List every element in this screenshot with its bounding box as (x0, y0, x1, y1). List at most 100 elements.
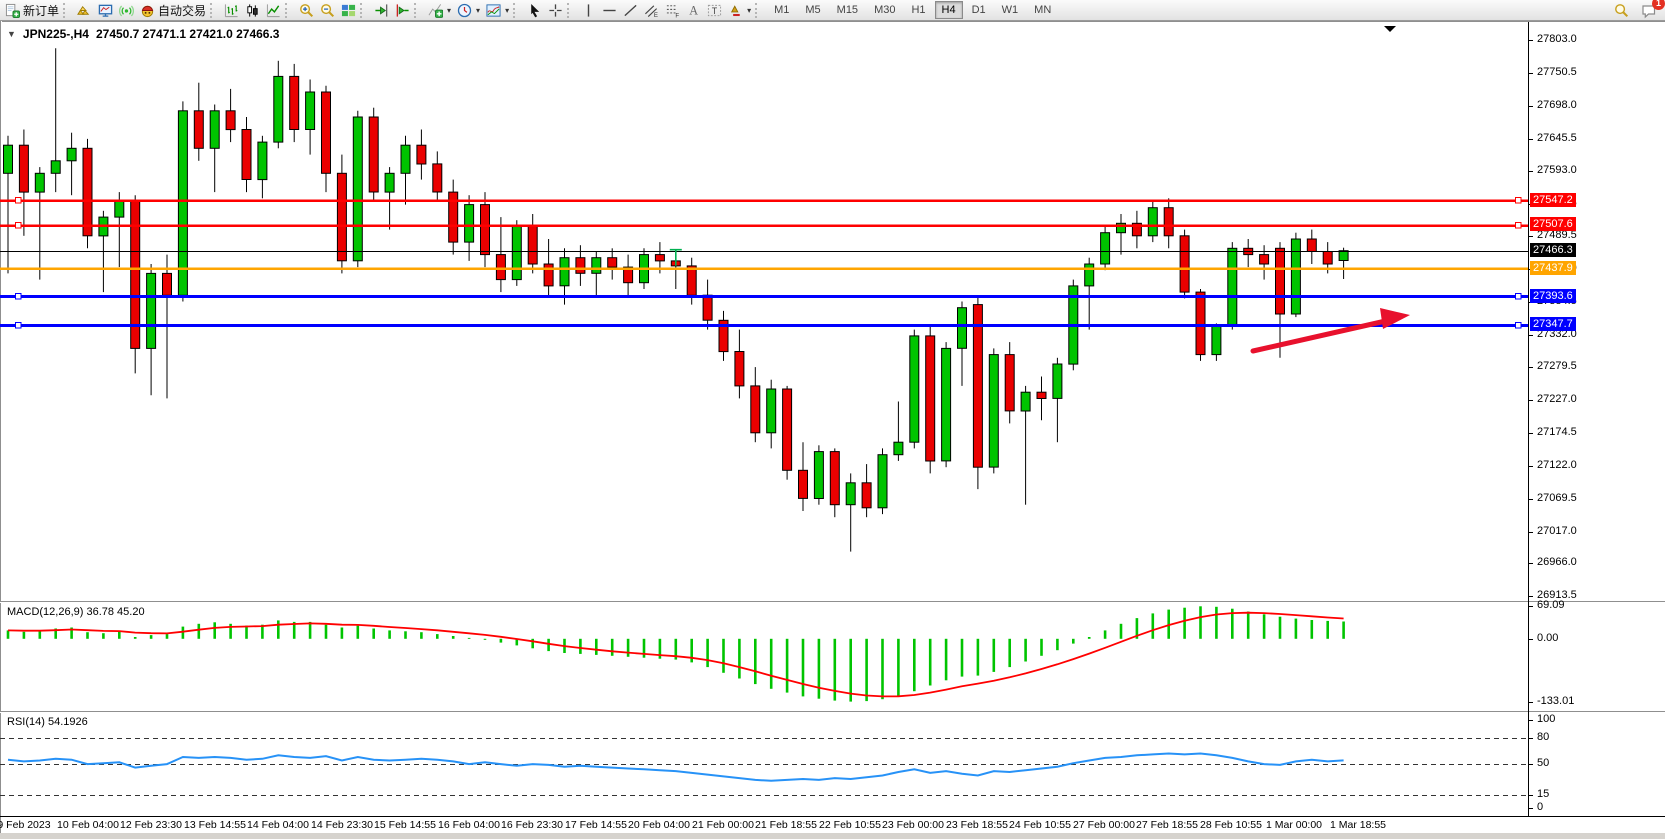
hline-handle[interactable] (1516, 198, 1522, 204)
zoomin-icon (299, 3, 314, 18)
new-order-button[interactable]: 新订单 (2, 1, 62, 20)
candle (1021, 392, 1030, 411)
candle (67, 148, 76, 161)
candle (4, 145, 13, 173)
fibonacci-button[interactable]: F (662, 1, 683, 20)
chart-window[interactable]: ▼ JPN225-,H4 27450.7 27471.1 27421.0 274… (0, 21, 1665, 839)
candle (401, 145, 410, 173)
macd-axis-label: 69.09 (1537, 599, 1565, 611)
time-axis-label: 10 Feb 04:00 (57, 819, 119, 831)
hline-handle[interactable] (16, 223, 22, 229)
candle (226, 111, 235, 130)
time-axis-label: 16 Feb 04:00 (438, 819, 500, 831)
candle (1037, 392, 1046, 398)
search-button[interactable] (1611, 1, 1632, 20)
timeframe-d1-button[interactable]: D1 (965, 1, 993, 19)
cursor-button[interactable] (524, 1, 545, 20)
vertical-line-button[interactable] (578, 1, 599, 20)
hline-handle[interactable] (1516, 323, 1522, 329)
hline-handle[interactable] (1516, 223, 1522, 229)
equidistant-channel-button[interactable]: E (641, 1, 662, 20)
candle (512, 227, 521, 280)
price-tick-label: 27069.5 (1537, 492, 1577, 504)
timeframe-mn-button[interactable]: MN (1027, 1, 1058, 19)
candle (751, 386, 760, 433)
price-tag-27507.6: 27507.6 (1530, 217, 1576, 231)
candle (1164, 208, 1173, 236)
crosshair-button[interactable] (545, 1, 566, 20)
candle (83, 148, 92, 236)
time-axis-label: 1 Mar 18:55 (1330, 819, 1386, 831)
hline-handle[interactable] (16, 294, 22, 300)
hline-handle[interactable] (1516, 294, 1522, 300)
candle (830, 452, 839, 505)
chart-menu-triangle-icon[interactable]: ▼ (7, 29, 16, 39)
text-label-button[interactable]: T (704, 1, 725, 20)
candle (655, 255, 664, 261)
timeframe-m30-button[interactable]: M30 (867, 1, 902, 19)
chat-button[interactable]: 1 (1638, 1, 1660, 20)
candle (862, 483, 871, 508)
time-axis-label: 24 Feb 10:55 (1009, 819, 1071, 831)
zoom-in-button[interactable] (296, 1, 317, 20)
signal-button[interactable] (116, 1, 137, 20)
time-axis-label: 22 Feb 10:55 (819, 819, 881, 831)
window-bottom-strip (0, 833, 1665, 839)
text-button[interactable]: A (683, 1, 704, 20)
macd-axis-label: -133.01 (1537, 695, 1574, 707)
candle (369, 117, 378, 192)
candle (1148, 208, 1157, 236)
timeframe-w1-button[interactable]: W1 (995, 1, 1026, 19)
charts-window-button[interactable] (95, 1, 116, 20)
caret-down-icon: ▾ (476, 6, 480, 15)
trendline-button[interactable] (620, 1, 641, 20)
timeframe-m1-button[interactable]: M1 (767, 1, 796, 19)
hline-handle[interactable] (16, 323, 22, 329)
price-tick-label: 27645.5 (1537, 132, 1577, 144)
arrows-button[interactable]: ▾ (725, 1, 754, 20)
bars-icon (224, 3, 239, 18)
market-watch-button[interactable] (74, 1, 95, 20)
auto-trading-button[interactable]: 自动交易 (137, 1, 209, 20)
candle (35, 173, 44, 192)
zoom-out-button[interactable] (317, 1, 338, 20)
horizontal-line-button[interactable] (599, 1, 620, 20)
candles-icon (245, 3, 260, 18)
neworder-icon (5, 3, 20, 18)
periods-button[interactable]: ▾ (454, 1, 483, 20)
templates-button[interactable]: ▾ (483, 1, 512, 20)
linechart-icon (266, 3, 281, 18)
bar-chart-type-button[interactable] (221, 1, 242, 20)
clock-icon (457, 3, 472, 18)
rsi-axis-label: 50 (1537, 757, 1549, 769)
rsi-axis-label: 100 (1537, 713, 1555, 725)
candle (878, 455, 887, 508)
price-tag-27437.9: 27437.9 (1530, 261, 1576, 275)
timeframe-h4-button[interactable]: H4 (935, 1, 963, 19)
hline-handle[interactable] (16, 198, 22, 204)
shapes-icon (728, 3, 743, 18)
auto-scroll-button[interactable] (371, 1, 392, 20)
candle-chart-type-button[interactable] (242, 1, 263, 20)
template-icon (486, 3, 501, 18)
time-axis-label: 1 Mar 00:00 (1266, 819, 1322, 831)
svg-text:F: F (675, 12, 679, 17)
toolbar-separator (210, 3, 218, 18)
timeframe-m15-button[interactable]: M15 (830, 1, 865, 19)
candle (163, 273, 172, 295)
tile-windows-button[interactable] (338, 1, 359, 20)
toolbar-separator (414, 3, 422, 18)
candle (306, 92, 315, 130)
line-chart-type-button[interactable] (263, 1, 284, 20)
candle (258, 142, 267, 180)
indicators-button[interactable]: ▾ (425, 1, 454, 20)
candle (417, 145, 426, 164)
timeframe-h1-button[interactable]: H1 (904, 1, 932, 19)
candle (19, 145, 28, 192)
candle (1212, 327, 1221, 355)
chart-shift-button[interactable] (392, 1, 413, 20)
magnifier-icon (1614, 3, 1629, 18)
candle (353, 117, 362, 261)
candle (385, 173, 394, 192)
timeframe-m5-button[interactable]: M5 (798, 1, 827, 19)
